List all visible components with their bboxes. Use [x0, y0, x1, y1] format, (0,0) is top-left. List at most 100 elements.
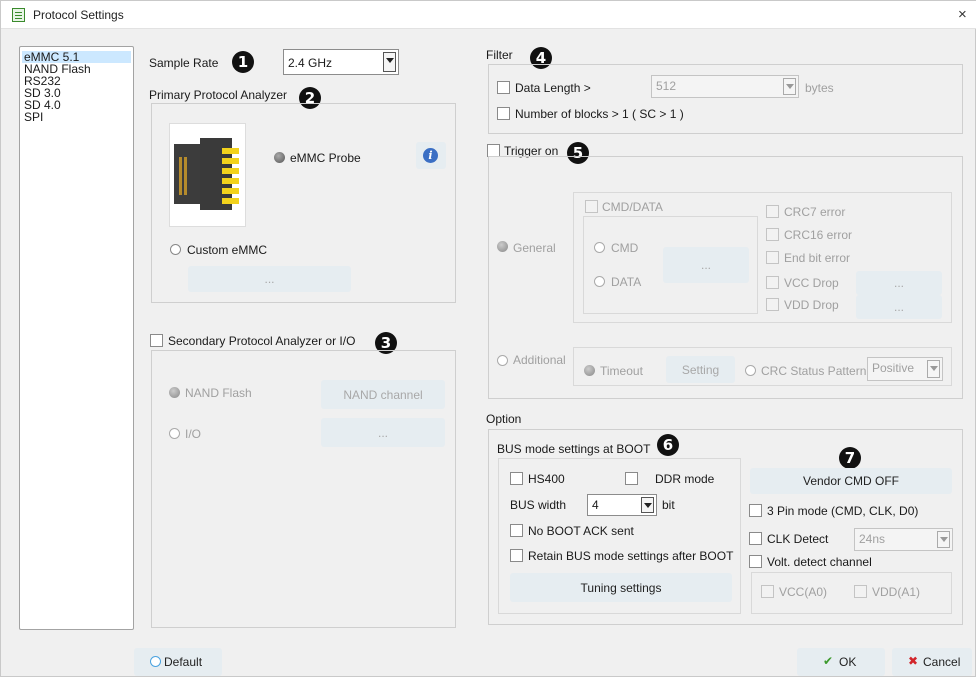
- title-bar: Protocol Settings ×: [1, 1, 976, 29]
- crc16-checkbox[interactable]: [766, 228, 779, 241]
- cancel-button[interactable]: ✖ Cancel: [892, 648, 972, 676]
- protocol-item-spi[interactable]: SPI: [22, 111, 131, 123]
- hs400-label: HS400: [528, 472, 565, 486]
- no-boot-ack-label: No BOOT ACK sent: [528, 524, 634, 538]
- emmc-card-icon: [174, 138, 239, 210]
- ok-button[interactable]: ✔ OK: [797, 648, 885, 676]
- vcc-drop-browse-button[interactable]: ...: [856, 271, 942, 295]
- nand-flash-label: NAND Flash: [185, 386, 252, 400]
- crc7-label: CRC7 error: [784, 205, 846, 219]
- three-pin-mode-checkbox[interactable]: [749, 504, 762, 517]
- chevron-down-icon: [783, 78, 796, 95]
- custom-emmc-label: Custom eMMC: [187, 243, 268, 257]
- bus-width-label: BUS width: [510, 498, 567, 512]
- cancel-label: Cancel: [923, 655, 961, 669]
- window-title: Protocol Settings: [33, 8, 124, 22]
- emmc-probe-image: [169, 123, 246, 227]
- crc-status-select[interactable]: Positive: [867, 357, 943, 381]
- crc-status-label: CRC Status Pattern: [761, 364, 867, 378]
- cmd-data-browse-button[interactable]: ...: [663, 247, 749, 283]
- tuning-settings-button[interactable]: Tuning settings: [510, 573, 732, 602]
- default-button[interactable]: Default: [134, 648, 222, 676]
- cmd-data-label: CMD/DATA: [602, 200, 663, 214]
- data-label: DATA: [611, 275, 642, 289]
- three-pin-mode-label: 3 Pin mode (CMD, CLK, D0): [767, 504, 919, 518]
- info-button[interactable]: i: [416, 142, 446, 169]
- cmd-data-checkbox[interactable]: [585, 200, 598, 213]
- hs400-checkbox[interactable]: [510, 472, 523, 485]
- window-app-icon: [12, 8, 25, 22]
- timeout-label: Timeout: [600, 364, 643, 378]
- chevron-down-icon: [383, 52, 396, 72]
- general-radio[interactable]: [497, 241, 508, 252]
- close-icon[interactable]: ×: [958, 6, 967, 23]
- filter-title: Filter: [486, 48, 513, 62]
- vcc-a0-label: VCC(A0): [779, 585, 828, 599]
- vdd-drop-label: VDD Drop: [784, 298, 839, 312]
- crc7-checkbox[interactable]: [766, 205, 779, 218]
- emmc-probe-label: eMMC Probe: [290, 151, 361, 165]
- data-radio[interactable]: [594, 276, 605, 287]
- vdd-a1-label: VDD(A1): [872, 585, 921, 599]
- secondary-analyzer-label: Secondary Protocol Analyzer or I/O: [168, 334, 356, 348]
- badge-7: 7: [839, 447, 861, 469]
- crc-status-value: Positive: [872, 361, 915, 375]
- cmd-label: CMD: [611, 241, 639, 255]
- chevron-down-icon: [937, 531, 950, 548]
- additional-radio[interactable]: [497, 355, 508, 366]
- clk-detect-value: 24ns: [859, 532, 886, 546]
- vendor-cmd-button[interactable]: Vendor CMD OFF: [750, 468, 952, 494]
- badge-1: 1: [232, 51, 254, 73]
- no-boot-ack-checkbox[interactable]: [510, 524, 523, 537]
- data-length-checkbox[interactable]: [497, 81, 510, 94]
- custom-emmc-browse-button[interactable]: ...: [188, 266, 351, 292]
- badge-6: 6: [657, 434, 679, 456]
- io-browse-button[interactable]: ...: [321, 418, 445, 447]
- sample-rate-label: Sample Rate: [149, 56, 219, 70]
- end-bit-label: End bit error: [784, 251, 851, 265]
- clk-detect-select[interactable]: 24ns: [854, 528, 953, 551]
- io-radio[interactable]: [169, 428, 180, 439]
- crc-status-radio[interactable]: [745, 365, 756, 376]
- data-length-select[interactable]: 512: [651, 75, 799, 98]
- bus-width-value: 4: [592, 498, 599, 512]
- io-label: I/O: [185, 427, 202, 441]
- volt-detect-checkbox[interactable]: [749, 555, 762, 568]
- clk-detect-label: CLK Detect: [767, 532, 829, 546]
- end-bit-checkbox[interactable]: [766, 251, 779, 264]
- general-label: General: [513, 241, 556, 255]
- protocol-settings-window: Protocol Settings × eMMC 5.1 NAND Flash …: [0, 0, 976, 677]
- nand-channel-button[interactable]: NAND channel: [321, 380, 445, 409]
- retain-bus-mode-checkbox[interactable]: [510, 549, 523, 562]
- crc16-label: CRC16 error: [784, 228, 853, 242]
- vcc-a0-checkbox[interactable]: [761, 585, 774, 598]
- chevron-down-icon: [927, 360, 940, 378]
- check-icon: ✔: [823, 654, 834, 668]
- bus-mode-title: BUS mode settings at BOOT: [497, 442, 651, 456]
- primary-analyzer-title: Primary Protocol Analyzer: [149, 88, 288, 102]
- timeout-radio[interactable]: [584, 365, 595, 376]
- ddr-mode-checkbox[interactable]: [625, 472, 638, 485]
- custom-emmc-radio[interactable]: [170, 244, 181, 255]
- protocol-list[interactable]: eMMC 5.1 NAND Flash RS232 SD 3.0 SD 4.0 …: [19, 46, 134, 630]
- secondary-analyzer-checkbox[interactable]: [150, 334, 163, 347]
- nand-flash-radio[interactable]: [169, 387, 180, 398]
- sample-rate-select[interactable]: 2.4 GHz: [283, 49, 399, 75]
- number-of-blocks-label: Number of blocks > 1 ( SC > 1 ): [515, 107, 684, 121]
- vcc-drop-label: VCC Drop: [784, 276, 839, 290]
- volt-detect-label: Volt. detect channel: [767, 555, 872, 569]
- vcc-drop-checkbox[interactable]: [766, 276, 779, 289]
- ok-label: OK: [839, 655, 857, 669]
- emmc-probe-radio[interactable]: [274, 152, 285, 163]
- data-length-value: 512: [656, 79, 677, 93]
- chevron-down-icon: [641, 497, 654, 513]
- vdd-a1-checkbox[interactable]: [854, 585, 867, 598]
- vdd-drop-checkbox[interactable]: [766, 298, 779, 311]
- bus-width-select[interactable]: 4: [587, 494, 657, 516]
- clk-detect-checkbox[interactable]: [749, 532, 762, 545]
- setting-button[interactable]: Setting: [666, 356, 735, 383]
- vdd-drop-browse-button[interactable]: ...: [856, 295, 942, 319]
- bit-label: bit: [662, 498, 675, 512]
- number-of-blocks-checkbox[interactable]: [497, 107, 510, 120]
- cmd-radio[interactable]: [594, 242, 605, 253]
